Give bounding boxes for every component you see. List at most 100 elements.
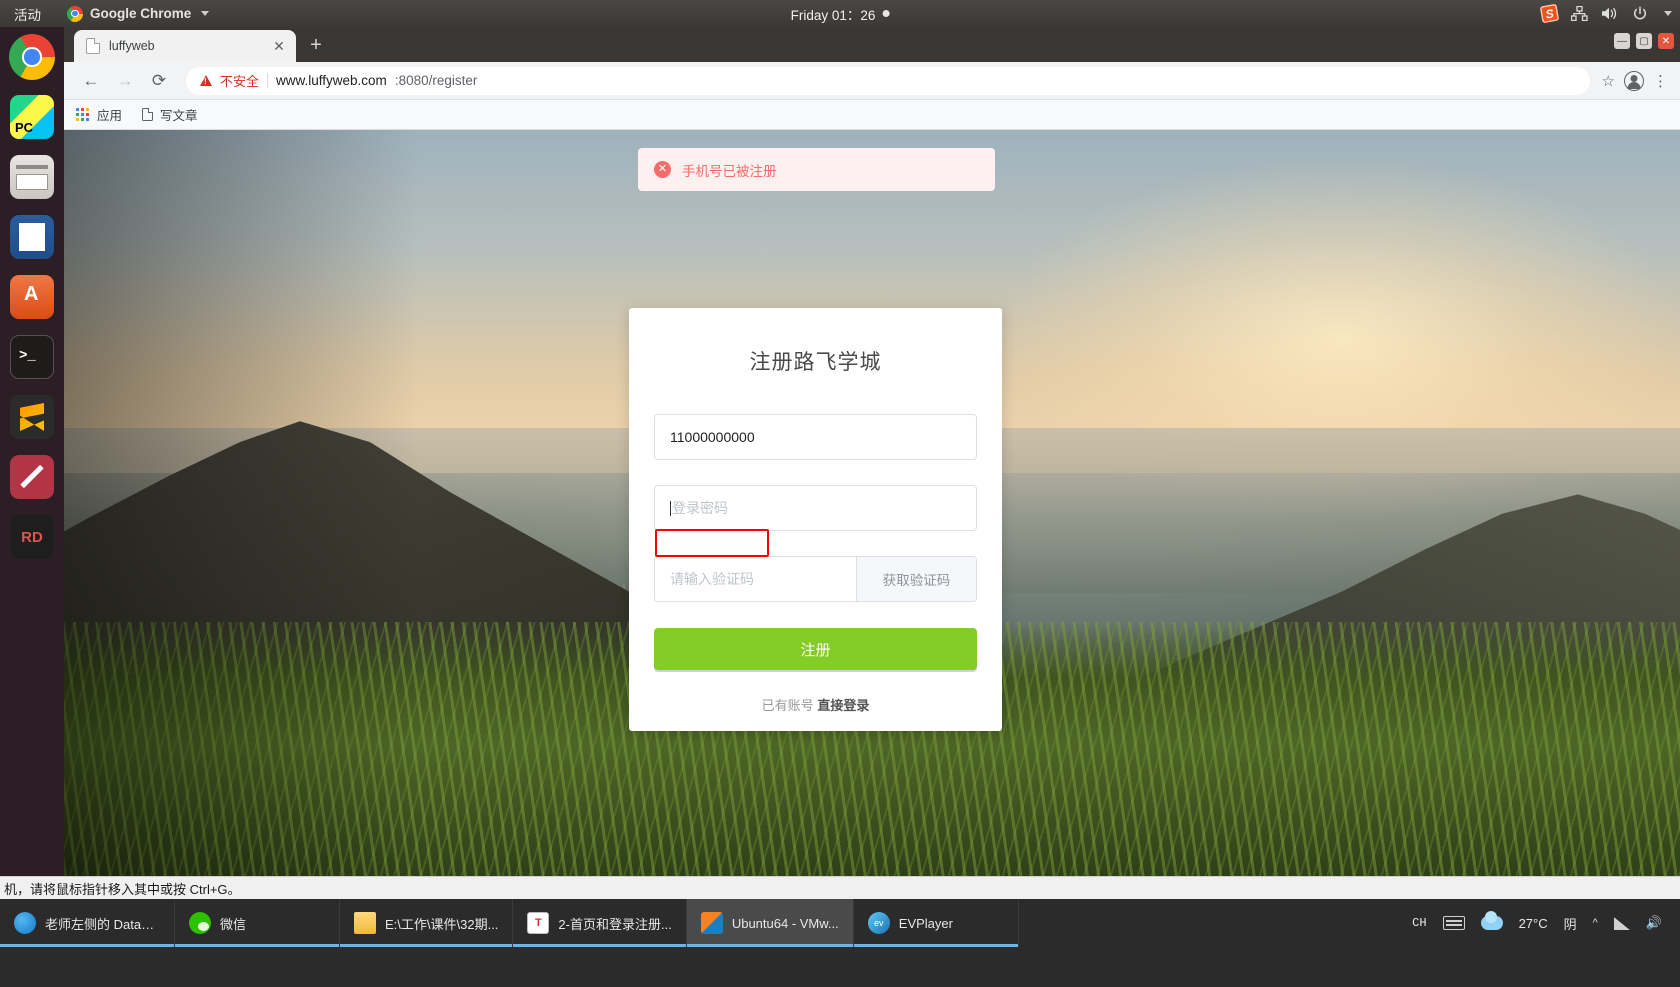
taskbar-item-vmware[interactable]: Ubuntu64 - VMw...: [686, 899, 854, 947]
speaker-icon[interactable]: 🔊: [1646, 915, 1662, 931]
minimize-button[interactable]: —: [1614, 33, 1630, 49]
tab-title: luffyweb: [109, 39, 155, 53]
vmware-icon: [700, 912, 723, 934]
web-page-content: ✕ 手机号已被注册 注册路飞学城 11000000000 登录密码 请输入验证码…: [64, 130, 1680, 876]
window-controls: — ▢ ✕: [1614, 33, 1674, 49]
phone-input-value: 11000000000: [670, 429, 755, 445]
clock[interactable]: Friday 01：26: [791, 4, 890, 24]
windows-taskbar: 老师左侧的 DataB... 微信 E:\工作\课件\32期... T 2-首页…: [0, 899, 1680, 987]
profile-avatar-icon[interactable]: [1624, 70, 1644, 91]
taskbar-item-database[interactable]: 老师左侧的 DataB...: [0, 899, 175, 947]
current-app-label: Google Chrome: [90, 6, 192, 21]
tray-chevron-down-icon[interactable]: [1664, 11, 1672, 16]
bookmark-apps[interactable]: 应用: [76, 105, 122, 124]
captcha-row: 请输入验证码 获取验证码: [654, 556, 977, 602]
close-icon[interactable]: ✕: [270, 37, 288, 55]
notification-dot-icon: [882, 10, 890, 17]
reload-button[interactable]: ⟳: [144, 66, 174, 96]
password-placeholder: 登录密码: [672, 500, 728, 516]
dock-item-chrome[interactable]: [0, 27, 64, 87]
phone-input[interactable]: 11000000000: [654, 414, 977, 460]
maximize-button[interactable]: ▢: [1636, 33, 1652, 49]
bookmark-label: 应用: [97, 109, 123, 123]
bookmark-write-article[interactable]: 写文章: [142, 105, 198, 124]
tray-expand-icon[interactable]: ^: [1593, 917, 1598, 929]
files-icon: [10, 155, 54, 199]
bookmarks-bar: 应用 写文章: [64, 100, 1680, 130]
taskbar-window-list: 老师左侧的 DataB... 微信 E:\工作\课件\32期... T 2-首页…: [0, 899, 1019, 947]
login-link[interactable]: 直接登录: [817, 698, 869, 713]
chrome-window: luffyweb ✕ + — ▢ ✕ ← → ⟳ 不安全 www.luffywe…: [64, 27, 1680, 876]
ime-indicator[interactable]: CH: [1412, 916, 1426, 930]
ubuntu-software-icon: [10, 275, 54, 319]
evplayer-icon: ev: [867, 912, 890, 934]
apps-grid-icon: [76, 107, 90, 122]
get-captcha-button[interactable]: 获取验证码: [856, 557, 976, 601]
chrome-icon: [9, 34, 55, 80]
network-icon[interactable]: [1571, 6, 1588, 21]
error-message: 手机号已被注册: [682, 163, 777, 179]
login-hint: 已有账号 直接登录: [654, 695, 977, 714]
divider: [267, 73, 269, 88]
password-input[interactable]: 登录密码: [654, 485, 977, 531]
error-circle-icon: ✕: [654, 161, 671, 178]
dock-item-terminal[interactable]: [0, 327, 64, 387]
ubuntu-dock: PC RD: [0, 27, 64, 876]
register-card: 注册路飞学城 11000000000 登录密码 请输入验证码 获取验证码 注册 …: [629, 308, 1002, 731]
network-status-icon[interactable]: [1613, 916, 1630, 930]
keyboard-icon[interactable]: [1442, 916, 1465, 930]
browser-toolbar: ← → ⟳ 不安全 www.luffyweb.com :8080/register…: [64, 62, 1680, 100]
dock-item-sublime[interactable]: [0, 387, 64, 447]
sogou-input-icon[interactable]: S: [1539, 3, 1560, 24]
weather-label: 阴: [1563, 916, 1577, 932]
rubymine-icon: RD: [10, 515, 54, 559]
new-tab-button[interactable]: +: [302, 31, 330, 59]
url-path: :8080/register: [394, 73, 478, 88]
register-button[interactable]: 注册: [654, 628, 977, 670]
screen: 活动 Google Chrome Friday 01：26 S PC A >_ …: [0, 0, 1680, 987]
close-window-button[interactable]: ✕: [1658, 33, 1674, 49]
taskbar-item-evplayer[interactable]: ev EVPlayer: [853, 899, 1019, 947]
temperature-label: 27°C: [1518, 915, 1548, 931]
insecure-label: 不安全: [220, 74, 260, 89]
activities-button[interactable]: 活动: [0, 4, 55, 24]
database-icon: [14, 912, 36, 934]
dock-item-software[interactable]: [0, 267, 64, 327]
taskbar-item-label: Ubuntu64 - VMw...: [731, 915, 839, 931]
back-button[interactable]: ←: [76, 66, 106, 96]
dock-item-pen[interactable]: [0, 447, 64, 507]
taskbar-item-wechat[interactable]: 微信: [175, 899, 340, 947]
dock-item-rd[interactable]: RD: [0, 507, 64, 567]
taskbar-item-explorer[interactable]: E:\工作\课件\32期...: [340, 899, 514, 947]
text-cursor: [670, 500, 671, 516]
terminal-icon: [10, 335, 54, 379]
background-vignette: [64, 130, 420, 876]
warning-triangle-icon: [200, 75, 212, 86]
pycharm-icon: PC: [10, 95, 54, 139]
vmware-status-bar: 机，请将鼠标指针移入其中或按 Ctrl+G。: [0, 876, 1680, 899]
taskbar-item-label: 2-首页和登录注册...: [558, 916, 672, 932]
taskbar-item-label: 微信: [220, 916, 247, 932]
page-title: 注册路飞学城: [749, 351, 882, 374]
taskbar-item-ppt[interactable]: T 2-首页和登录注册...: [513, 899, 687, 947]
power-icon[interactable]: [1632, 5, 1648, 22]
menu-icon[interactable]: ⋮: [1653, 72, 1668, 90]
page-icon: [86, 38, 100, 54]
dock-item-files[interactable]: [0, 147, 64, 207]
folder-icon: [354, 912, 376, 934]
system-tray: S: [1539, 3, 1672, 24]
forward-button[interactable]: →: [110, 66, 140, 96]
browser-tab-luffyweb[interactable]: luffyweb ✕: [74, 30, 296, 62]
wechat-icon: [189, 912, 211, 934]
current-app-menu[interactable]: Google Chrome: [67, 5, 210, 22]
url-host: www.luffyweb.com: [276, 73, 387, 88]
dock-item-pycharm[interactable]: PC: [0, 87, 64, 147]
bookmark-star-icon[interactable]: ☆: [1602, 72, 1615, 90]
dock-item-writer[interactable]: [0, 207, 64, 267]
gnome-top-bar: 活动 Google Chrome Friday 01：26 S: [0, 0, 1680, 27]
address-bar[interactable]: 不安全 www.luffyweb.com :8080/register: [186, 66, 1590, 95]
tab-strip: luffyweb ✕ + — ▢ ✕: [64, 27, 1680, 62]
captcha-input[interactable]: 请输入验证码: [655, 557, 856, 601]
page-icon: [142, 108, 154, 121]
volume-icon[interactable]: [1601, 6, 1619, 21]
